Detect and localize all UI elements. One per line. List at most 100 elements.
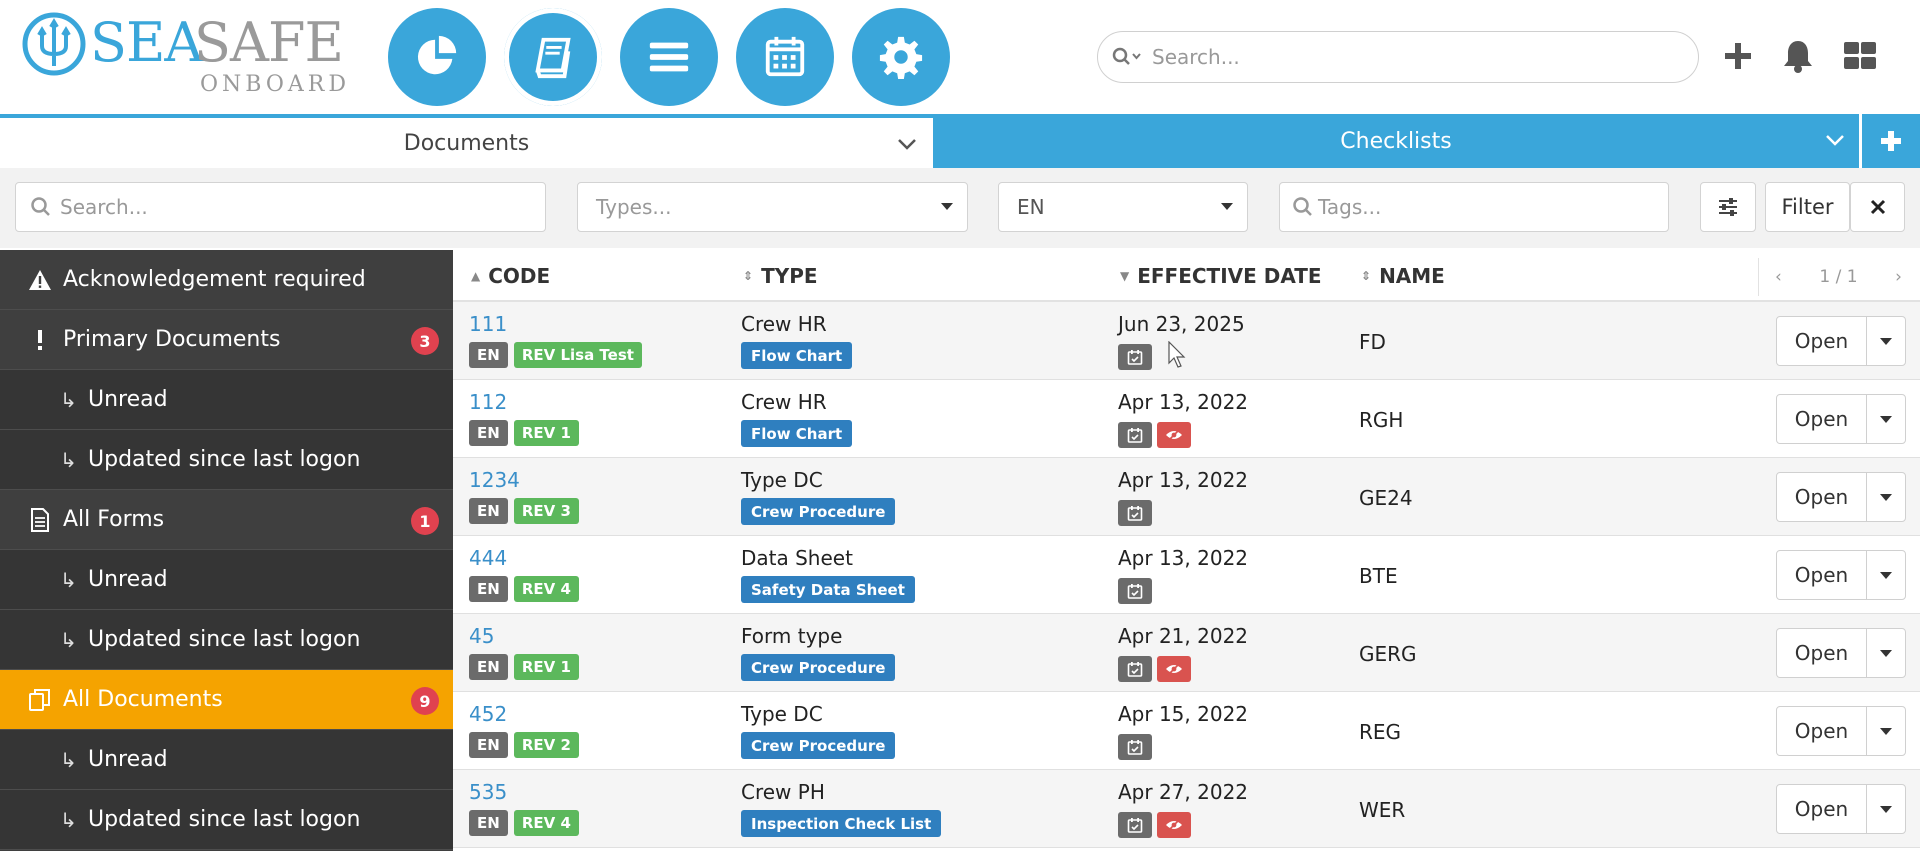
- table-row[interactable]: 444 EN REV 4 Data Sheet Safety Data Sheet Apr…: [453, 536, 1920, 614]
- open-button[interactable]: Open: [1777, 629, 1867, 677]
- document-code-link[interactable]: 452: [469, 702, 507, 726]
- pie-chart-icon: [417, 35, 457, 75]
- open-button[interactable]: Open: [1777, 395, 1867, 443]
- table-row[interactable]: 112 EN REV 1 Crew HR Flow Chart Apr 13, 2022 R…: [453, 380, 1920, 458]
- document-code-link[interactable]: 535: [469, 780, 507, 804]
- add-button[interactable]: [1716, 34, 1760, 78]
- tab-documents[interactable]: Documents: [0, 114, 933, 168]
- open-button[interactable]: Open: [1777, 473, 1867, 521]
- sidebar-item-primary-documents[interactable]: Primary Documents 3: [0, 310, 453, 370]
- open-dropdown-button[interactable]: [1867, 395, 1905, 443]
- sidebar-item-forms-updated[interactable]: ↳ Updated since last logon: [0, 610, 453, 670]
- seasafe-logo[interactable]: SEA SAFE ONBOARD: [22, 11, 352, 96]
- chevron-down-icon[interactable]: [897, 132, 917, 157]
- column-header-name[interactable]: ⇕ NAME: [1361, 264, 1445, 288]
- caret-down-icon: [1880, 805, 1892, 813]
- document-code-link[interactable]: 45: [469, 624, 494, 648]
- caret-down-icon: [1880, 649, 1892, 657]
- nav-dashboard-button[interactable]: [388, 8, 486, 106]
- sidebar-item-documents-updated[interactable]: ↳ Updated since last logon: [0, 790, 453, 850]
- sidebar-item-label: Primary Documents: [63, 327, 281, 352]
- document-name: GE24: [1359, 486, 1413, 510]
- prev-page-button[interactable]: ‹: [1759, 267, 1798, 287]
- column-header-effective-date[interactable]: ▼ EFFECTIVE DATE: [1120, 264, 1322, 288]
- plus-icon: [1881, 131, 1901, 151]
- table-row[interactable]: 535 EN REV 4 Crew PH Inspection Check List Ap…: [453, 770, 1920, 848]
- nav-calendar-button[interactable]: [736, 8, 834, 106]
- open-button[interactable]: Open: [1777, 317, 1867, 365]
- open-button[interactable]: Open: [1777, 785, 1867, 833]
- sidebar-item-all-documents[interactable]: All Documents 9: [0, 670, 453, 730]
- document-type: Form type: [741, 624, 843, 648]
- table-row[interactable]: 45 EN REV 1 Form type Crew Procedure Apr 21, …: [453, 614, 1920, 692]
- language-select[interactable]: EN: [998, 182, 1248, 232]
- document-name: REG: [1359, 720, 1402, 744]
- tab-checklists[interactable]: Checklists: [933, 114, 1859, 168]
- column-header-type[interactable]: ⇕ TYPE: [743, 264, 818, 288]
- tags-field[interactable]: Tags...: [1279, 182, 1669, 232]
- date-status-icons: [1118, 734, 1152, 760]
- filter-bar: Search... Types... EN Tags... Filter: [0, 168, 1920, 248]
- table-row[interactable]: 111 EN REV Lisa Test Crew HR Flow Chart Jun 2…: [453, 302, 1920, 380]
- nav-list-button[interactable]: [620, 8, 718, 106]
- filter-settings-button[interactable]: [1700, 182, 1756, 232]
- eye-slash-icon: [1157, 422, 1191, 448]
- global-search-box[interactable]: [1097, 31, 1699, 83]
- effective-date: Apr 13, 2022: [1118, 468, 1249, 492]
- apps-grid-button[interactable]: [1838, 34, 1882, 78]
- open-dropdown-button[interactable]: [1867, 473, 1905, 521]
- open-dropdown-button[interactable]: [1867, 317, 1905, 365]
- logo-text-sea: SEA: [90, 11, 203, 74]
- document-search-field[interactable]: Search...: [15, 182, 546, 232]
- column-header-code[interactable]: ▲ CODE: [471, 264, 550, 288]
- language-badge: EN: [469, 576, 508, 602]
- sub-arrow-icon: ↳: [60, 627, 77, 652]
- chevron-down-icon[interactable]: [1825, 128, 1845, 153]
- sidebar-item-all-forms[interactable]: All Forms 1: [0, 490, 453, 550]
- open-dropdown-button[interactable]: [1867, 707, 1905, 755]
- effective-date: Apr 21, 2022: [1118, 624, 1249, 648]
- open-dropdown-button[interactable]: [1867, 629, 1905, 677]
- eye-slash-icon: [1157, 656, 1191, 682]
- table-row[interactable]: 452 EN REV 2 Type DC Crew Procedure Apr 15, 2…: [453, 692, 1920, 770]
- open-button[interactable]: Open: [1777, 551, 1867, 599]
- table-row[interactable]: 1234 EN REV 3 Type DC Crew Procedure Apr 13, …: [453, 458, 1920, 536]
- document-name: FD: [1359, 330, 1386, 354]
- open-dropdown-button[interactable]: [1867, 785, 1905, 833]
- sidebar-item-primary-unread[interactable]: ↳ Unread: [0, 370, 453, 430]
- types-select[interactable]: Types...: [577, 182, 968, 232]
- document-tags: EN REV 1: [469, 654, 579, 680]
- revision-badge: REV 4: [513, 810, 579, 836]
- search-dropdown-icon[interactable]: [1112, 47, 1152, 67]
- global-search-input[interactable]: [1152, 45, 1672, 69]
- open-dropdown-button[interactable]: [1867, 551, 1905, 599]
- sort-desc-icon: ▼: [1120, 269, 1130, 283]
- next-page-button[interactable]: ›: [1879, 267, 1918, 287]
- sidebar-item-acknowledgement-required[interactable]: Acknowledgement required: [0, 250, 453, 310]
- sidebar-item-primary-updated[interactable]: ↳ Updated since last logon: [0, 430, 453, 490]
- sidebar-item-documents-unread[interactable]: ↳ Unread: [0, 730, 453, 790]
- document-code-link[interactable]: 444: [469, 546, 507, 570]
- notifications-button[interactable]: [1776, 34, 1820, 78]
- effective-date: Jun 23, 2025: [1118, 312, 1245, 336]
- open-button[interactable]: Open: [1777, 707, 1867, 755]
- column-header-label: EFFECTIVE DATE: [1137, 264, 1322, 288]
- add-tab-button[interactable]: [1862, 114, 1920, 168]
- effective-date: Apr 13, 2022: [1118, 546, 1249, 570]
- filter-button[interactable]: Filter: [1765, 182, 1850, 232]
- document-name: BTE: [1359, 564, 1398, 588]
- document-name: GERG: [1359, 642, 1417, 666]
- caret-down-icon: [1880, 415, 1892, 423]
- document-category-badge: Crew Procedure: [741, 654, 896, 681]
- mouse-cursor-icon: [1168, 341, 1186, 368]
- calendar-check-icon: [1118, 812, 1152, 838]
- nav-settings-button[interactable]: [852, 8, 950, 106]
- sidebar-item-forms-unread[interactable]: ↳ Unread: [0, 550, 453, 610]
- document-code-link[interactable]: 111: [469, 312, 507, 336]
- document-category-badge: Safety Data Sheet: [741, 576, 915, 603]
- document-code-link[interactable]: 1234: [469, 468, 520, 492]
- clear-filter-button[interactable]: [1850, 182, 1905, 232]
- document-code-link[interactable]: 112: [469, 390, 507, 414]
- nav-documents-button[interactable]: [504, 8, 602, 106]
- document-type: Data Sheet: [741, 546, 853, 570]
